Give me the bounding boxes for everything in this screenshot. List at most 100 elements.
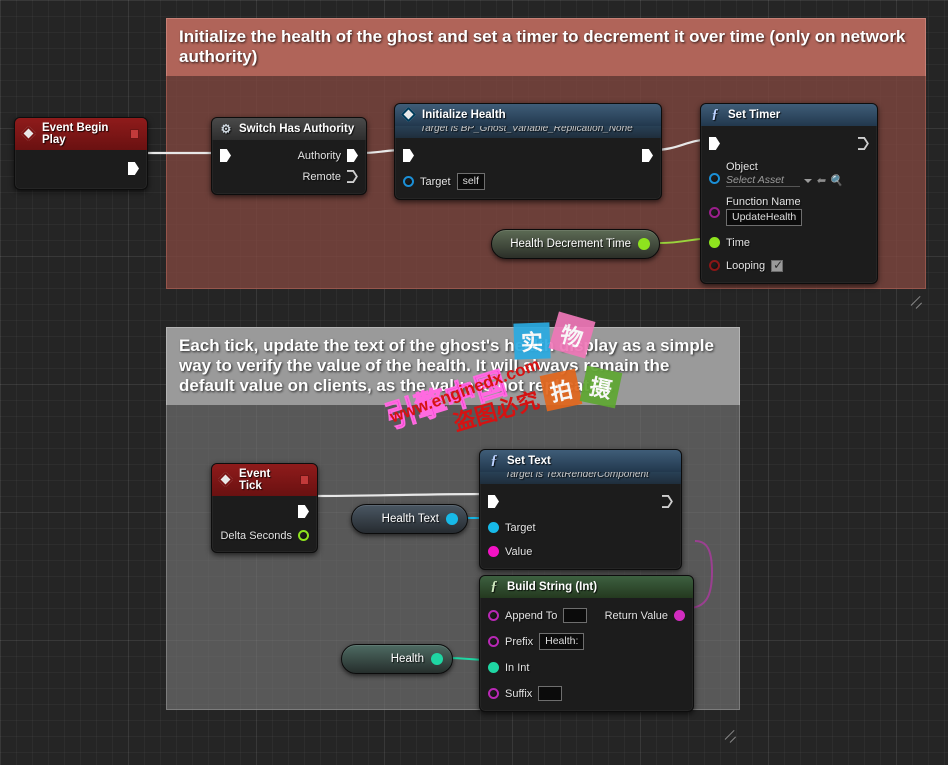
string-output-pin-icon[interactable] [674, 610, 685, 621]
node-header-set-timer[interactable]: ƒ Set Timer [701, 104, 877, 126]
name-pin-icon[interactable] [709, 207, 720, 218]
pin-row-target[interactable]: Target self [395, 171, 661, 192]
node-build-string-int[interactable]: ƒ Build String (Int) Append To Return Va… [479, 575, 694, 712]
event-diamond-icon [219, 473, 233, 487]
exec-in-pin-icon[interactable] [220, 149, 231, 162]
object-pin-icon[interactable] [709, 173, 720, 184]
node-header-initialize-health[interactable]: Initialize Health [395, 104, 661, 126]
int-pin-icon[interactable] [488, 662, 499, 673]
browse-back-icon[interactable]: ⬅ [816, 174, 825, 187]
string-pin-icon[interactable] [488, 610, 499, 621]
pin-label-object: Object [726, 161, 758, 173]
prefix-field[interactable]: Health: [539, 633, 585, 650]
exec-in-pin-icon[interactable] [709, 137, 720, 150]
variable-node-health-text[interactable]: Health Text [351, 504, 468, 534]
pin-row-prefix[interactable]: Prefix Health: [480, 631, 693, 652]
string-pin-icon[interactable] [488, 688, 499, 699]
pin-row-suffix[interactable]: Suffix [480, 683, 693, 704]
search-icon[interactable]: 🔍 [829, 174, 843, 187]
node-body-build-string-int: Append To Return Value Prefix Health: In… [480, 598, 693, 711]
node-switch-has-authority[interactable]: ⚙ Switch Has Authority Authority Remote [211, 117, 367, 195]
pin-row-append-to[interactable]: Append To Return Value [480, 605, 693, 626]
chevron-down-icon[interactable] [803, 178, 812, 183]
pin-label-authority: Authority [297, 149, 341, 162]
int-output-pin-icon[interactable] [431, 653, 443, 665]
text-pin-icon[interactable] [488, 546, 499, 557]
object-pin-icon[interactable] [403, 176, 414, 187]
variable-label: Health Decrement Time [510, 238, 631, 250]
pin-row-target[interactable]: Target [480, 517, 681, 538]
exec-out-pin-icon[interactable] [298, 505, 309, 518]
pin-label-remote: Remote [302, 170, 341, 183]
bool-pin-icon[interactable] [709, 260, 720, 271]
resize-grip-icon[interactable] [725, 730, 738, 743]
exec-in-pin-icon[interactable] [488, 495, 499, 508]
function-diamond-icon [402, 108, 416, 122]
exec-out-pin-authority-icon[interactable] [347, 149, 358, 162]
node-title: Build String (Int) [507, 581, 598, 593]
float-output-pin-icon[interactable] [638, 238, 650, 250]
node-header-set-text[interactable]: ƒ Set Text [480, 450, 681, 472]
pin-row-exec-in[interactable]: Authority [212, 145, 366, 166]
object-pin-icon[interactable] [488, 522, 499, 533]
exec-in-pin-icon[interactable] [403, 149, 414, 162]
variable-label: Health [390, 653, 424, 665]
resize-grip-icon[interactable] [911, 296, 924, 309]
node-header-build-string-int[interactable]: ƒ Build String (Int) [480, 576, 693, 598]
looping-checkbox[interactable] [771, 258, 783, 272]
node-event-begin-play[interactable]: Event Begin Play [14, 117, 148, 190]
exec-out-pin-icon[interactable] [662, 495, 673, 508]
pin-label-return-value: Return Value [604, 609, 668, 622]
node-event-tick[interactable]: Event Tick Delta Seconds [211, 463, 318, 553]
pin-row-time[interactable]: Time [701, 232, 877, 253]
node-header-event-tick[interactable]: Event Tick [212, 464, 317, 496]
variable-node-health[interactable]: Health [341, 644, 453, 674]
pin-row-looping[interactable]: Looping [701, 255, 877, 276]
function-name-field[interactable]: UpdateHealth [726, 209, 803, 226]
float-output-pin-icon[interactable] [298, 530, 309, 541]
node-title: Event Begin Play [42, 122, 109, 146]
node-delegate-pin-icon[interactable] [130, 129, 139, 139]
pin-row-delta-seconds[interactable]: Delta Seconds [212, 525, 317, 546]
pin-label-function-name: Function Name [726, 196, 801, 208]
pin-row-exec[interactable] [480, 491, 681, 512]
node-initialize-health[interactable]: Initialize Health Target is BP_Ghost_Var… [394, 103, 662, 200]
exec-out-pin-remote-icon[interactable] [347, 170, 358, 183]
node-title: Initialize Health [422, 109, 506, 121]
object-output-pin-icon[interactable] [446, 513, 458, 525]
float-pin-icon[interactable] [709, 237, 720, 248]
node-set-text[interactable]: ƒ Set Text Target is TextRenderComponent… [479, 449, 682, 570]
exec-out-pin-icon[interactable] [642, 149, 653, 162]
pin-row-function-name[interactable]: Function Name UpdateHealth [701, 195, 877, 227]
node-header-event-begin-play[interactable]: Event Begin Play [15, 118, 147, 150]
pin-row-remote[interactable]: Remote [212, 166, 366, 187]
node-body-initialize-health: Target self [395, 138, 661, 199]
pin-label-suffix: Suffix [505, 687, 533, 700]
node-header-switch-has-authority[interactable]: ⚙ Switch Has Authority [212, 118, 366, 140]
pin-row-exec[interactable] [701, 133, 877, 154]
string-pin-icon[interactable] [488, 636, 499, 647]
pin-label-target: Target [505, 521, 536, 534]
comment-title-initialize: Initialize the health of the ghost and s… [166, 18, 926, 77]
append-to-field[interactable] [563, 608, 588, 623]
node-body-event-begin-play [15, 150, 147, 189]
node-title: Set Text [507, 455, 551, 467]
object-asset-picker[interactable]: Select Asset ⬅ 🔍 [726, 174, 843, 187]
pin-row-exec[interactable] [395, 145, 661, 166]
pin-label-in-int: In Int [505, 661, 530, 674]
function-f-icon: ƒ [490, 579, 498, 594]
pin-label-delta-seconds: Delta Seconds [220, 529, 292, 542]
variable-node-health-decrement-time[interactable]: Health Decrement Time [491, 229, 660, 259]
pin-row-object[interactable]: Object Select Asset ⬅ 🔍 [701, 160, 877, 190]
pin-row-in-int[interactable]: In Int [480, 657, 693, 678]
variable-label: Health Text [381, 513, 439, 525]
exec-out-pin-icon[interactable] [858, 137, 869, 150]
exec-out-pin-icon[interactable] [128, 162, 139, 175]
target-value-field[interactable]: self [456, 173, 485, 190]
pin-row-exec-out[interactable] [15, 158, 147, 179]
pin-row-value[interactable]: Value [480, 541, 681, 562]
node-set-timer[interactable]: ƒ Set Timer Object Select Asset ⬅ 🔍 Func… [700, 103, 878, 284]
pin-row-exec-out[interactable] [212, 501, 317, 522]
node-delegate-pin-icon[interactable] [300, 475, 309, 485]
suffix-field[interactable] [538, 686, 563, 701]
